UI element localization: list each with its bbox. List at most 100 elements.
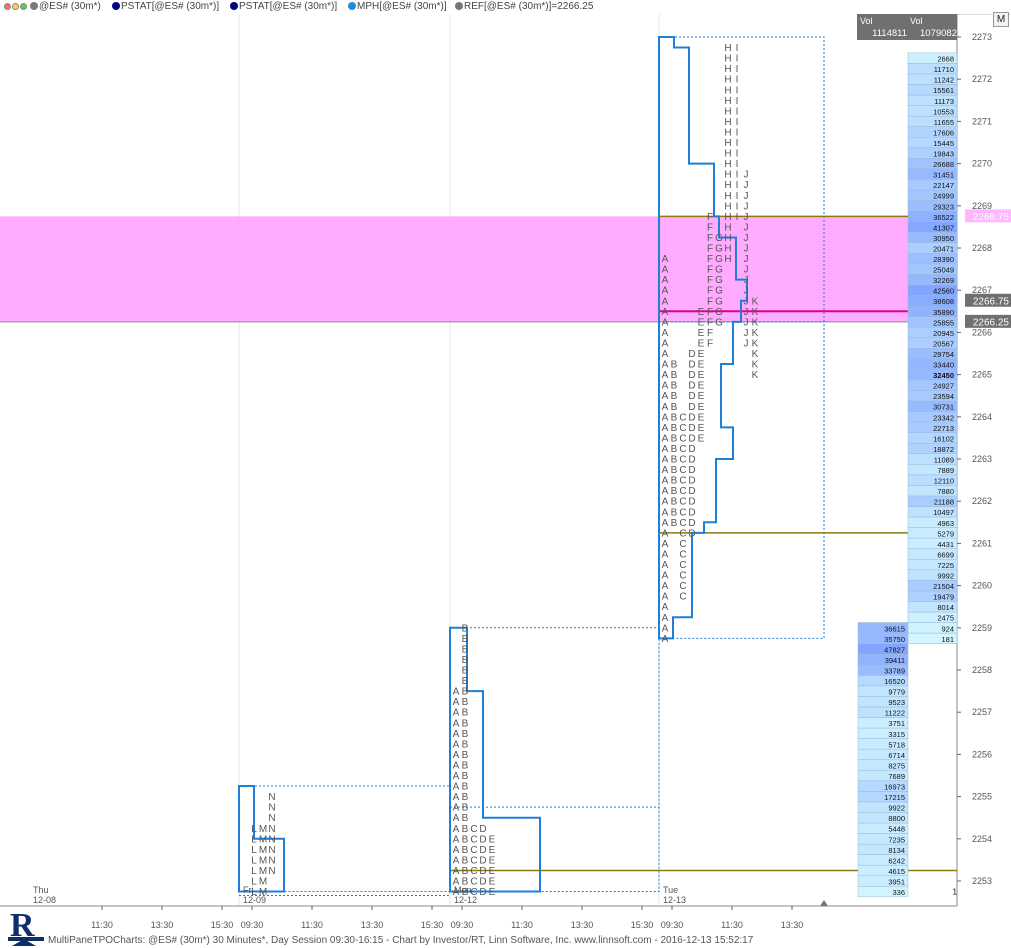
tpo-letter: D	[688, 518, 695, 529]
tpo-letter: J	[744, 286, 749, 297]
tpo-letter: I	[736, 180, 739, 191]
tpo-letter: E	[698, 328, 705, 339]
tpo-letter: H	[724, 127, 731, 138]
tpo-letter: B	[671, 497, 678, 508]
tpo-letter: A	[662, 560, 669, 571]
tpo-letter: E	[698, 402, 705, 413]
tpo-letter: I	[736, 64, 739, 75]
volume-value: 31451	[933, 171, 954, 180]
tpo-letter: A	[453, 739, 460, 750]
tpo-letter: L	[251, 834, 257, 845]
volume-value: 23342	[933, 413, 954, 422]
volume-value: 5448	[888, 825, 905, 834]
y-axis-tick-label: 2261	[972, 538, 992, 548]
volume-value: 7235	[888, 835, 905, 844]
tpo-letter: A	[662, 254, 669, 265]
y-axis-tick-label: 2259	[972, 623, 992, 633]
tpo-letter: I	[736, 117, 739, 128]
tpo-letter: D	[479, 824, 486, 835]
tpo-letter: C	[470, 834, 477, 845]
tpo-letter: D	[688, 528, 695, 539]
volume-value: 15445	[933, 139, 954, 148]
tpo-letter: D	[688, 423, 695, 434]
tpo-letter: B	[671, 518, 678, 529]
volume-value: 26688	[933, 160, 954, 169]
tpo-letter: B	[671, 423, 678, 434]
tpo-letter: I	[736, 159, 739, 170]
tpo-letter: H	[724, 96, 731, 107]
tpo-letter: K	[752, 317, 759, 328]
tpo-letter: H	[724, 201, 731, 212]
volume-value: 11655	[934, 118, 954, 127]
tpo-letter: N	[268, 803, 275, 814]
tpo-letter: F	[707, 265, 713, 276]
tpo-letter: D	[479, 834, 486, 845]
day-date-label: 12-09	[243, 895, 266, 905]
volume-value: 3951	[888, 877, 905, 886]
volume-value: 42560	[933, 287, 954, 296]
day-label: Fri	[243, 885, 254, 895]
tpo-letter: J	[744, 296, 749, 307]
tpo-letter: D	[688, 507, 695, 518]
tpo-letter: C	[679, 455, 686, 466]
tpo-letter: A	[662, 465, 669, 476]
volume-value: 28390	[933, 255, 954, 264]
tpo-chart[interactable]: LLLLLLLMMMMMMMNNNNNNNNAAAAAAAAAAAAAAAAAA…	[0, 0, 1011, 948]
volume-value: 8134	[888, 846, 905, 855]
tpo-letter: B	[462, 623, 469, 634]
tpo-letter: H	[724, 149, 731, 160]
tpo-letter: A	[662, 402, 669, 413]
volume-value: 35890	[933, 308, 954, 317]
tpo-letter: F	[707, 254, 713, 265]
volume-value: 30950	[933, 234, 954, 243]
plot-area[interactable]	[0, 14, 957, 906]
tpo-letter: H	[724, 254, 731, 265]
tpo-letter: B	[462, 824, 469, 835]
tpo-letter: D	[688, 349, 695, 360]
volume-value: 38608	[933, 297, 954, 306]
tpo-letter: F	[707, 244, 713, 255]
volume-header-value: 1114811	[872, 28, 907, 39]
tpo-letter: C	[470, 824, 477, 835]
volume-value: 36615	[884, 624, 905, 633]
tpo-letter: D	[688, 497, 695, 508]
tpo-letter: H	[724, 106, 731, 117]
tpo-letter: A	[453, 718, 460, 729]
volume-value: 6714	[888, 751, 905, 760]
tpo-letter: I	[736, 75, 739, 86]
tpo-letter: I	[736, 96, 739, 107]
x-axis-tick-label: 13:30	[571, 920, 594, 930]
volume-value: 29323	[933, 202, 954, 211]
day-date-label: 12-12	[454, 895, 477, 905]
tpo-letter: A	[662, 370, 669, 381]
tpo-letter: E	[698, 370, 705, 381]
tpo-letter: L	[251, 824, 257, 835]
tpo-letter: B	[671, 433, 678, 444]
volume-value: 7889	[937, 466, 954, 475]
tpo-letter: B	[462, 634, 469, 645]
tpo-letter: G	[715, 296, 723, 307]
volume-value: 19479	[933, 593, 954, 602]
volume-value: 11222	[885, 709, 905, 718]
tpo-letter: A	[662, 317, 669, 328]
tpo-letter: K	[752, 296, 759, 307]
reference-band	[0, 216, 957, 322]
y-axis-tick-label: 2272	[972, 74, 992, 84]
tpo-letter: B	[462, 866, 469, 877]
tpo-letter: H	[724, 191, 731, 202]
tpo-letter: M	[259, 877, 267, 888]
volume-value: 5718	[888, 740, 905, 749]
tpo-letter: C	[470, 845, 477, 856]
tpo-letter: B	[462, 718, 469, 729]
tpo-letter: I	[736, 106, 739, 117]
tpo-letter: J	[744, 275, 749, 286]
day-date-label: 12-08	[33, 895, 56, 905]
tpo-letter: B	[462, 845, 469, 856]
tpo-letter: D	[479, 855, 486, 866]
tpo-letter: E	[489, 845, 496, 856]
volume-value: 4615	[888, 867, 905, 876]
tpo-letter: C	[679, 444, 686, 455]
tpo-letter: C	[679, 581, 686, 592]
y-axis-tick-label: 2266	[972, 327, 992, 337]
y-axis-tick-label: 2255	[972, 792, 992, 802]
